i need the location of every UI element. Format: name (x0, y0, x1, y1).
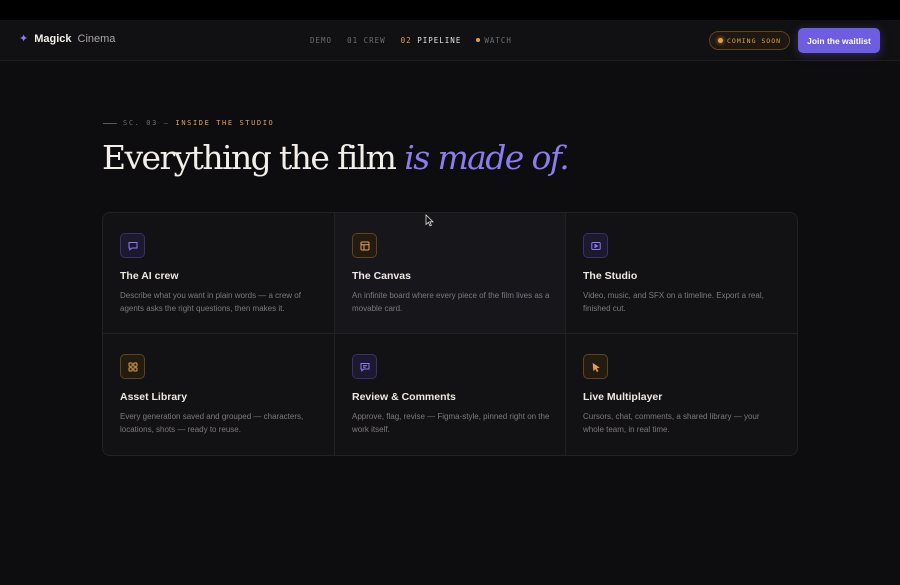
feature-description: Video, music, and SFX on a timeline. Exp… (583, 291, 764, 313)
nav-link-watch[interactable]: WATCH (476, 36, 512, 45)
feature-description: Describe what you want in plain words — … (120, 291, 301, 313)
sparkle-icon: ✦ (19, 32, 29, 45)
feature-description: Cursors, chat, comments, a shared librar… (583, 412, 760, 434)
top-strip (0, 0, 900, 20)
feature-description: Approve, flag, revise — Figma-style, pin… (352, 412, 550, 434)
feature-card-ai-crew[interactable]: The AI crew Describe what you want in pl… (103, 213, 335, 334)
nav-link-demo[interactable]: DEMO (310, 36, 332, 45)
headline-plain: Everything the film (102, 138, 405, 177)
headline-accent: is made of. (404, 138, 569, 177)
page-headline: Everything the film is made of. (102, 138, 570, 177)
feature-title: The Canvas (352, 270, 411, 282)
feature-card-canvas[interactable]: The Canvas An infinite board where every… (335, 213, 566, 334)
feature-card-studio[interactable]: The Studio Video, music, and SFX on a ti… (566, 213, 797, 334)
nav-link-pipeline-label: PIPELINE (417, 36, 462, 45)
top-nav: ✦ Magick Cinema DEMO 01 CREW 02 PIPELINE… (0, 20, 900, 61)
layout-board-icon (352, 233, 377, 258)
brand-logo[interactable]: ✦ Magick Cinema (19, 33, 115, 45)
comment-icon (352, 354, 377, 379)
features-grid: The AI crew Describe what you want in pl… (102, 212, 798, 456)
feature-description: An infinite board where every piece of t… (352, 291, 550, 313)
mouse-pointer-icon (425, 214, 434, 227)
feature-title: The Studio (583, 270, 638, 282)
feature-title: The AI crew (120, 270, 179, 282)
eyebrow-prefix: SC. 03 — (123, 119, 170, 127)
nav-link-pipeline[interactable]: 02 PIPELINE (401, 36, 462, 45)
nav-link-pipeline-number: 02 (400, 36, 412, 45)
feature-title: Asset Library (120, 391, 188, 403)
cursor-icon (583, 354, 608, 379)
coming-soon-label: COMING SOON (727, 36, 782, 45)
eyebrow-rule (103, 122, 117, 124)
section-eyebrow: SC. 03 — INSIDE THE STUDIO (103, 119, 274, 127)
feature-card-review-comments[interactable]: Review & Comments Approve, flag, revise … (335, 334, 566, 455)
chat-bubble-icon (120, 233, 145, 258)
join-waitlist-button[interactable]: Join the waitlist (798, 28, 880, 53)
brand-name-bold: Magick (34, 33, 72, 45)
feature-card-asset-library[interactable]: Asset Library Every generation saved and… (103, 334, 335, 455)
nav-link-crew[interactable]: 01 CREW (347, 36, 386, 45)
feature-description: Every generation saved and grouped — cha… (120, 412, 304, 434)
live-dot-icon (476, 38, 481, 42)
eyebrow-section: INSIDE THE STUDIO (175, 119, 275, 127)
coming-soon-badge: COMING SOON (709, 31, 791, 50)
brand-name-light: Cinema (77, 33, 116, 45)
nav-link-watch-label: WATCH (484, 36, 512, 45)
nav-links: DEMO 01 CREW 02 PIPELINE WATCH (310, 36, 512, 45)
feature-title: Live Multiplayer (583, 391, 663, 403)
feature-card-live-multiplayer[interactable]: Live Multiplayer Cursors, chat, comments… (566, 334, 797, 455)
play-icon (583, 233, 608, 258)
status-dot-icon (718, 38, 723, 43)
feature-title: Review & Comments (352, 391, 456, 403)
grid-icon (120, 354, 145, 379)
